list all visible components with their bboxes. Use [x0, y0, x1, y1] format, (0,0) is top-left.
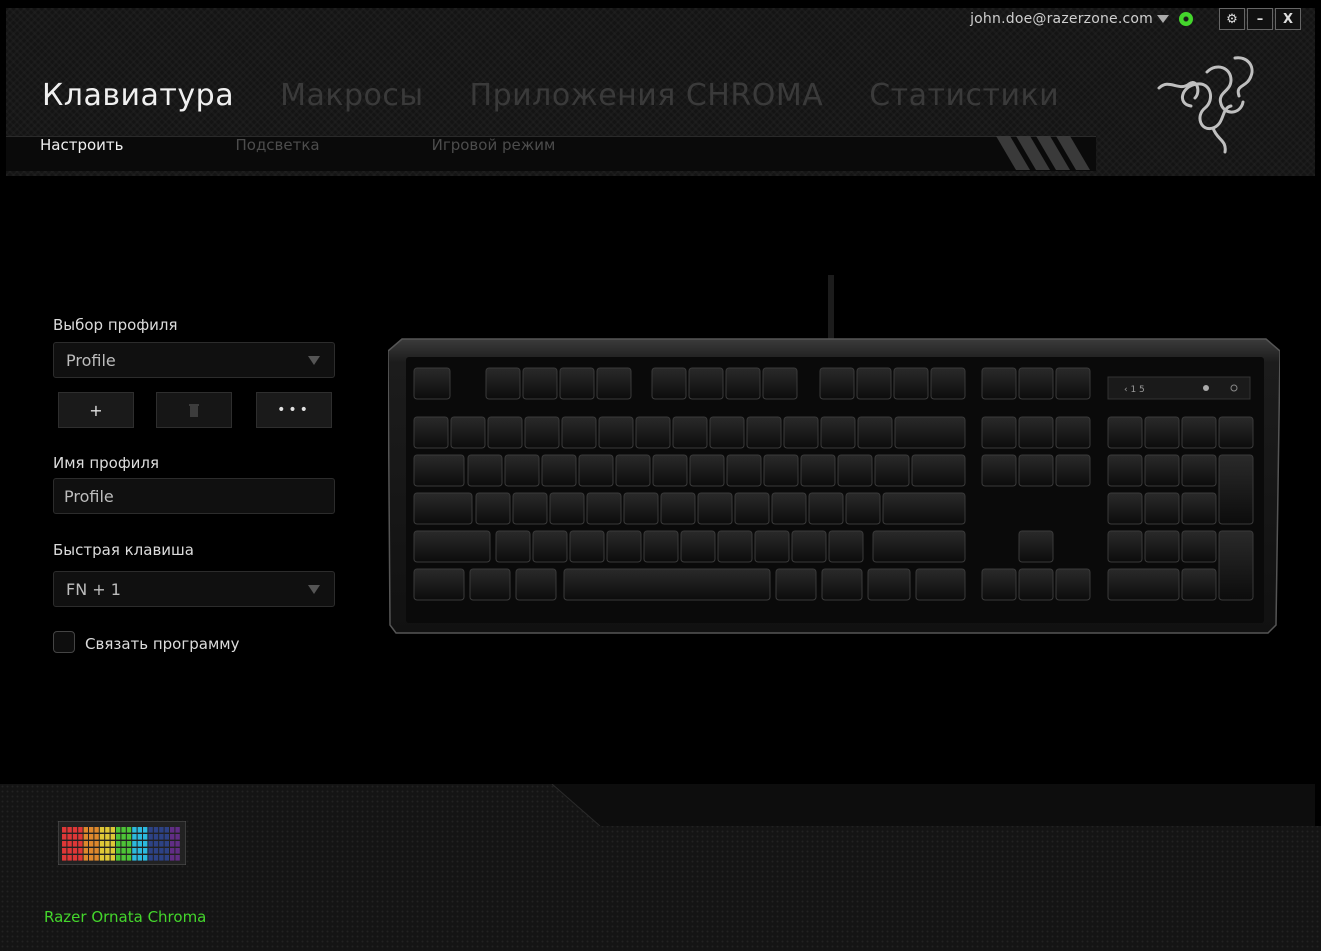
tab-stats[interactable]: Статистики — [869, 78, 1059, 113]
device-name[interactable]: Razer Ornata Chroma — [44, 908, 206, 926]
link-program-label: Связать программу — [85, 635, 240, 653]
sync-status-icon[interactable] — [1179, 12, 1193, 26]
close-button[interactable]: X — [1275, 8, 1301, 30]
settings-button[interactable]: ⚙ — [1219, 8, 1245, 30]
keyboard-visual: ‹ 1 5 — [387, 275, 1281, 640]
add-profile-button[interactable]: + — [57, 391, 135, 429]
hotkey-label: Быстрая клавиша — [53, 541, 194, 559]
subtab-gaming-mode[interactable]: Игровой режим — [432, 136, 556, 154]
tab-macros[interactable]: Макросы — [280, 78, 423, 113]
subtab-lighting[interactable]: Подсветка — [235, 136, 319, 154]
chevron-down-icon — [308, 585, 320, 594]
svg-text:‹ 1 5: ‹ 1 5 — [1124, 385, 1145, 395]
main-tabs: Клавиатура Макросы Приложения CHROMA Ста… — [42, 78, 1105, 113]
more-options-label: ••• — [277, 402, 311, 418]
tab-keyboard[interactable]: Клавиатура — [42, 78, 234, 113]
keyboard-image: ‹ 1 5 — [387, 275, 1281, 634]
sub-tabs: Настроить Подсветка Игровой режим — [40, 136, 667, 154]
top-bar: john.doe@razerzone.com ⚙ – X — [970, 8, 1301, 30]
link-program-checkbox[interactable] — [53, 631, 75, 653]
razer-logo-icon — [1157, 56, 1254, 154]
hotkey-dropdown[interactable]: FN + 1 — [53, 571, 335, 607]
account-dropdown-icon[interactable] — [1157, 15, 1169, 23]
delete-profile-button[interactable] — [155, 391, 233, 429]
more-options-button[interactable]: ••• — [255, 391, 333, 429]
decorative-stripes — [996, 136, 1090, 170]
profile-select-label: Выбор профиля — [53, 316, 178, 334]
profile-dropdown-value: Profile — [66, 350, 116, 370]
profile-name-label: Имя профиля — [53, 454, 160, 472]
minimize-button[interactable]: – — [1247, 8, 1273, 30]
profile-dropdown[interactable]: Profile — [53, 342, 335, 378]
subtab-customize[interactable]: Настроить — [40, 136, 123, 154]
hotkey-dropdown-value: FN + 1 — [66, 579, 121, 599]
add-profile-label: + — [89, 400, 103, 420]
tab-chroma-apps[interactable]: Приложения CHROMA — [470, 78, 824, 113]
profile-name-input[interactable]: Profile — [53, 478, 335, 514]
chevron-down-icon — [308, 356, 320, 365]
account-email[interactable]: john.doe@razerzone.com — [970, 11, 1153, 27]
trash-icon — [189, 404, 199, 417]
device-thumbnail[interactable] — [58, 821, 186, 865]
